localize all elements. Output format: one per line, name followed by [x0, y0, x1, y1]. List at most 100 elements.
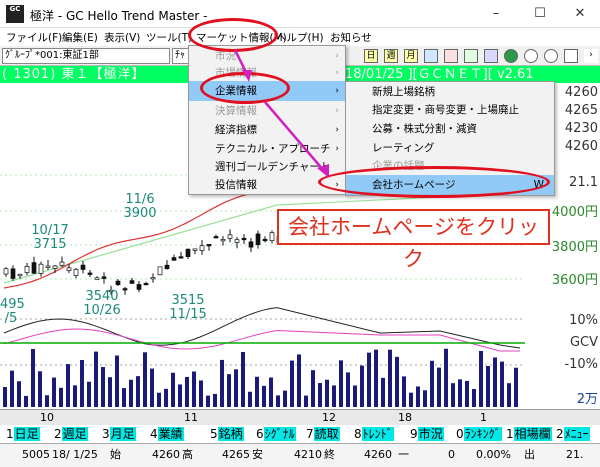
maximize-button[interactable]: ☐ [520, 2, 560, 26]
status-close-label: 終 [324, 448, 335, 461]
next-icon[interactable]: › [584, 49, 598, 63]
date-label-oct: 10 [40, 411, 54, 424]
annotation-low-2: 3515 11/15 [169, 293, 207, 322]
candle-body [52, 265, 58, 269]
volume-bar [52, 377, 56, 407]
fkey-daily[interactable]: 1日足 [6, 425, 40, 443]
volume-scale: 2万 [576, 392, 598, 407]
volume-bar [248, 391, 252, 407]
volume-bar [325, 379, 329, 407]
volume-bar [234, 369, 238, 407]
volume-bar [388, 349, 392, 407]
highlight-ring-homepage [318, 166, 550, 198]
stopwatch-icon[interactable] [564, 49, 578, 63]
fkey-signal[interactable]: 6ｼｸﾞﾅﾙ [256, 425, 296, 443]
menu-edit[interactable]: 編集(E) [62, 30, 98, 45]
fkey-read[interactable]: 7読取 [306, 425, 340, 443]
candle-body [241, 237, 247, 241]
scale-value-3: 4230 [564, 121, 598, 136]
globe-icon[interactable] [504, 49, 518, 63]
submenu-ratings[interactable]: レーティング [346, 138, 554, 158]
group-select[interactable]: ｸﾞﾙｰﾌﾟ*001:東証1部 [2, 48, 170, 64]
date-label-dec: 12 [322, 411, 336, 424]
candle-body [171, 257, 177, 261]
status-high: 4265 [222, 448, 250, 461]
volume-bar [346, 372, 350, 407]
status-low-label: 安 [252, 448, 263, 461]
level-3600: 3600円 [551, 273, 598, 288]
volume-bar [171, 372, 175, 407]
list-icon[interactable] [444, 49, 458, 63]
submenu-designation-changes[interactable]: 指定変更・商号変更・上場廃止 [346, 100, 554, 120]
volume-bar [80, 360, 84, 407]
candle-body [94, 277, 100, 280]
date-axis: 10 11 12 18 1 [0, 409, 600, 425]
fkey-menu[interactable]: 2ﾒﾆｭｰ [556, 425, 590, 443]
table-icon[interactable] [424, 49, 438, 63]
candle-body [262, 238, 268, 242]
status-bar: 5005 18/ 1/25 始 4260 高 4265 安 4210 終 426… [0, 443, 600, 467]
volume-bar [129, 379, 133, 407]
fkey-weekly[interactable]: 2週足 [54, 425, 88, 443]
minimize-button[interactable]: – [476, 2, 516, 26]
annotation-low-1: 3540 10/26 [83, 289, 121, 318]
weekly-icon[interactable]: 週 [384, 49, 398, 63]
fkey-monthly[interactable]: 3月足 [102, 425, 136, 443]
menu-view[interactable]: 表示(V) [104, 30, 140, 45]
fkey-quote[interactable]: 1相場欄 [506, 425, 552, 443]
volume-bar [318, 383, 322, 407]
settings-icon[interactable] [524, 49, 538, 63]
volume-bar [108, 377, 112, 407]
submenu-public-offerings[interactable]: 公募・株式分割・減資 [346, 119, 554, 139]
monthly-icon[interactable]: 月 [404, 49, 418, 63]
grid-icon[interactable] [464, 49, 478, 63]
volume-bar [493, 357, 497, 407]
status-volume: 21. [566, 448, 584, 461]
menu-file[interactable]: ファイル(F) [6, 30, 62, 45]
volume-bar [451, 383, 455, 407]
candle-body [185, 248, 191, 257]
window-title: 極洋 - GC Hello Trend Master - [30, 9, 208, 23]
menu-tools[interactable]: ツール(T) [146, 30, 192, 45]
candle-body [101, 276, 107, 279]
status-low: 4210 [294, 448, 322, 461]
candle-body [227, 234, 233, 239]
fkey-market[interactable]: 9市況 [410, 425, 444, 443]
fkey-ranking[interactable]: 0ﾗﾝｷﾝｸﾞ [456, 425, 502, 443]
volume-bar [290, 360, 294, 407]
status-close: 4260 [364, 448, 392, 461]
submenu-new-listings[interactable]: 新規上場銘柄 [346, 82, 554, 102]
scale-value-5: 21.1 [569, 175, 598, 190]
volume-bar [472, 389, 476, 407]
close-button[interactable]: ✕ [560, 2, 600, 26]
instruction-callout: 会社ホームページをクリック [277, 209, 550, 271]
fkey-stock[interactable]: 5銘柄 [210, 425, 244, 443]
volume-bar [255, 376, 259, 407]
candle-body [24, 265, 30, 273]
daily-icon[interactable]: 日 [364, 49, 378, 63]
volume-bar [332, 385, 336, 407]
candle-body [199, 245, 205, 251]
candle-body [269, 232, 275, 241]
volume-bar [157, 392, 161, 407]
indicator-minus10pct: -10% [564, 357, 598, 372]
chart-icon[interactable] [484, 49, 498, 63]
fkey-earnings[interactable]: 4業績 [150, 425, 184, 443]
volume-bar [185, 376, 189, 407]
volume-bar [3, 386, 7, 407]
scale-value-4: 4260 [564, 139, 598, 154]
candle-body [129, 280, 135, 284]
clock-icon[interactable] [544, 49, 558, 63]
volume-bar [409, 392, 413, 407]
volume-bar [500, 361, 504, 407]
volume-bar [66, 364, 70, 407]
volume-bar [381, 377, 385, 407]
volume-bar [17, 381, 21, 407]
volume-bar [31, 349, 35, 407]
annotation-high-1: 11/6 3900 [123, 192, 157, 221]
volume-bar [311, 370, 315, 407]
fkey-trend[interactable]: 8ﾄﾚﾝﾄﾞ [354, 425, 394, 443]
candle-body [73, 269, 79, 276]
volume-bar [164, 388, 168, 407]
candle-body [150, 277, 156, 280]
